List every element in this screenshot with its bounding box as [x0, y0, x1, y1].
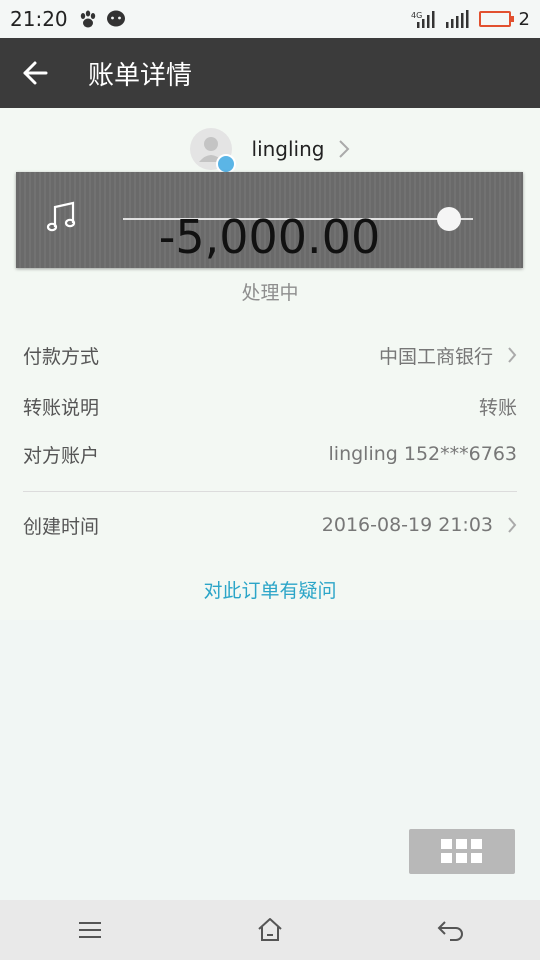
grid-icon [441, 838, 482, 863]
detail-value: 中国工商银行 [379, 342, 517, 369]
menu-button[interactable] [50, 900, 130, 960]
detail-label: 转账说明 [23, 396, 100, 419]
app-header: 账单详情 [0, 38, 540, 108]
status-time: 21:20 [10, 7, 68, 31]
detail-row-created-time[interactable]: 创建时间 2016-08-19 21:03 [23, 505, 517, 545]
payee-name: lingling [251, 137, 325, 161]
menu-icon [79, 922, 101, 938]
chevron-right-icon [339, 140, 350, 158]
battery-icon [478, 11, 514, 27]
signal-4g-icon: 4G [411, 11, 435, 28]
home-icon [258, 918, 282, 941]
created-time-value: 2016-08-19 21:03 [321, 514, 493, 536]
music-player-overlay[interactable]: -5,000.00 [16, 172, 523, 268]
network-label: 4G [411, 11, 422, 20]
transaction-status: 处理中 [241, 282, 299, 304]
payee-row[interactable]: lingling [0, 126, 540, 174]
chevron-right-icon [508, 517, 517, 533]
amount-value: -5,000.00 [158, 210, 381, 264]
avatar [189, 128, 236, 174]
floating-grid-button[interactable] [409, 829, 515, 874]
signal-icon [445, 10, 469, 28]
status-right: 4G 2 [411, 9, 530, 30]
status-left-icons [78, 9, 126, 29]
arrow-left-icon [23, 61, 48, 85]
paw-icon [80, 10, 95, 28]
verified-badge-icon [215, 154, 236, 174]
chat-icon [106, 10, 125, 27]
bill-detail-card: lingling -5,000.00 处理中 付款方式 中国工商银行 转账说明 … [0, 108, 540, 620]
system-nav-bar [0, 900, 540, 960]
counterparty-value: lingling 152***6763 [328, 443, 517, 465]
detail-row-counterparty: 对方账户 lingling 152***6763 [23, 434, 517, 474]
payment-method-value: 中国工商银行 [378, 345, 493, 368]
home-button[interactable] [230, 900, 310, 960]
detail-row-payment-method[interactable]: 付款方式 中国工商银行 [23, 335, 517, 375]
detail-label: 付款方式 [23, 345, 100, 368]
detail-label: 对方账户 [23, 444, 100, 467]
back-button[interactable] [0, 38, 70, 108]
page-title: 账单详情 [88, 60, 193, 91]
divider [23, 491, 517, 492]
system-back-button[interactable] [410, 900, 490, 960]
return-icon [437, 921, 463, 941]
transfer-note-value: 转账 [478, 396, 517, 419]
detail-row-transfer-note: 转账说明 转账 [23, 386, 517, 426]
battery-level: 2 [518, 8, 530, 30]
status-bar: 21:20 4G 2 [0, 0, 540, 38]
detail-value: 2016-08-19 21:03 [322, 514, 517, 536]
detail-label: 创建时间 [23, 515, 100, 538]
chevron-right-icon [508, 347, 517, 363]
order-question-link[interactable]: 对此订单有疑问 [0, 576, 540, 603]
